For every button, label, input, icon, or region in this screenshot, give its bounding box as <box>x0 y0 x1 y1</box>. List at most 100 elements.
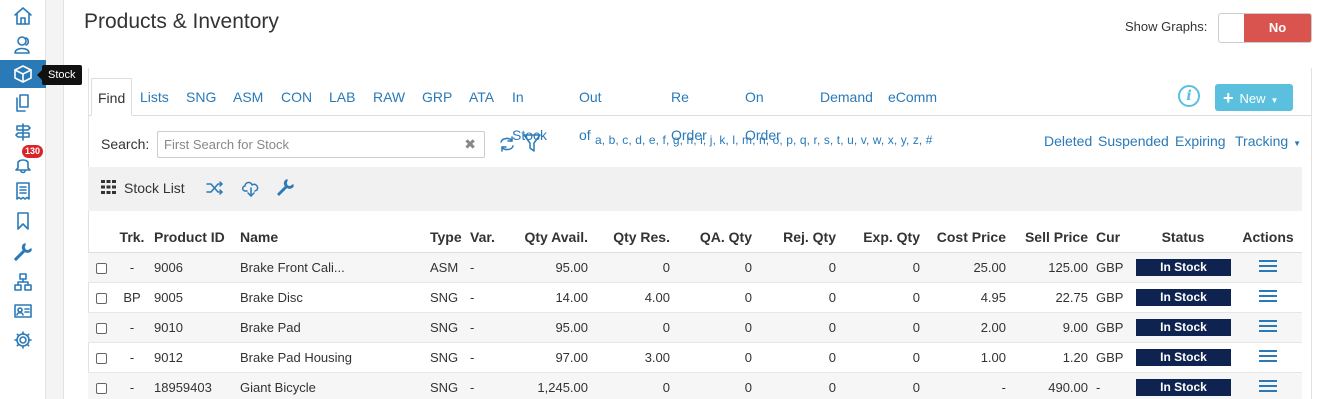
tab-ecomm[interactable]: eComm <box>888 78 937 116</box>
column-header: Actions <box>1234 222 1302 253</box>
name-cell[interactable]: Brake Pad <box>236 312 426 343</box>
sitemap-icon[interactable] <box>0 268 46 296</box>
new-button[interactable]: + New ▼ <box>1215 84 1293 111</box>
receipt-icon[interactable] <box>0 177 46 205</box>
hamburger-menu-icon[interactable] <box>1259 287 1277 305</box>
cost-price-cell: 2.00 <box>924 312 1010 343</box>
bookmark-icon[interactable] <box>0 207 46 235</box>
users-icon[interactable] <box>0 31 46 59</box>
name-cell[interactable]: Giant Bicycle <box>236 372 426 399</box>
show-graphs-label: Show Graphs: <box>1125 19 1208 34</box>
column-header[interactable]: Exp. Qty <box>840 222 924 253</box>
table-row[interactable]: BP 9005 Brake Disc SNG - 14.00 4.00 0 0 … <box>88 282 1302 313</box>
column-header[interactable]: Rej. Qty <box>756 222 840 253</box>
suspended-link[interactable]: Suspended <box>1098 133 1169 149</box>
column-header[interactable]: Name <box>236 222 426 253</box>
qty-res-cell: 4.00 <box>592 282 674 313</box>
currency-cell: GBP <box>1092 252 1132 283</box>
hamburger-menu-icon[interactable] <box>1259 347 1277 365</box>
tab-in-stock[interactable]: In Stock <box>512 78 547 143</box>
name-cell[interactable]: Brake Pad Housing <box>236 342 426 373</box>
row-checkbox[interactable] <box>95 322 107 334</box>
row-checkbox[interactable] <box>95 352 107 364</box>
documents-icon[interactable] <box>0 89 46 117</box>
qa-qty-cell: 0 <box>674 372 756 399</box>
clear-icon[interactable]: ✖ <box>464 136 476 153</box>
tab-on-order[interactable]: On Order <box>745 78 781 143</box>
row-checkbox[interactable] <box>95 292 107 304</box>
tab-find[interactable]: Find <box>91 78 133 116</box>
currency-cell: GBP <box>1092 312 1132 343</box>
product-id-cell: 18959403 <box>150 372 236 399</box>
column-header[interactable]: Var. <box>466 222 506 253</box>
column-header[interactable]: QA. Qty <box>674 222 756 253</box>
deleted-link[interactable]: Deleted <box>1044 133 1092 149</box>
name-cell[interactable]: Brake Front Cali... <box>236 252 426 283</box>
exp-qty-cell: 0 <box>840 282 924 313</box>
cloud-download-icon[interactable] <box>241 179 261 202</box>
currency-cell: GBP <box>1092 342 1132 373</box>
home-icon[interactable] <box>0 2 46 30</box>
tab-con[interactable]: CON <box>281 78 312 116</box>
wrench-icon[interactable] <box>0 238 46 266</box>
tracking-dropdown[interactable]: Tracking ▼ <box>1235 133 1301 149</box>
status-badge: In Stock <box>1136 288 1231 306</box>
table-row[interactable]: - 18959403 Giant Bicycle SNG - 1,245.00 … <box>88 372 1302 399</box>
column-header[interactable]: Type <box>426 222 466 253</box>
tab-raw[interactable]: RAW <box>373 78 405 116</box>
tab-lab[interactable]: LAB <box>329 78 355 116</box>
column-header[interactable]: Cur <box>1092 222 1132 253</box>
alphabet-filter[interactable]: a, b, c, d, e, f, g, h, i, j, k, l, m, n… <box>595 133 933 147</box>
tab-ata[interactable]: ATA <box>469 78 494 116</box>
column-header[interactable]: Product ID <box>150 222 236 253</box>
tab-lists[interactable]: Lists <box>140 78 169 116</box>
chevron-down-icon: ▼ <box>1293 139 1302 148</box>
tab-grp[interactable]: GRP <box>422 78 452 116</box>
show-graphs-value: No <box>1244 14 1311 42</box>
column-header[interactable]: Cost Price <box>924 222 1010 253</box>
type-cell: SNG <box>426 282 466 313</box>
qty-avail-cell: 97.00 <box>506 342 592 373</box>
search-input[interactable] <box>158 132 458 157</box>
expiring-link[interactable]: Expiring <box>1175 133 1226 149</box>
sidebar-gutter <box>46 0 64 399</box>
id-card-icon[interactable] <box>0 297 46 325</box>
name-cell[interactable]: Brake Disc <box>236 282 426 313</box>
stock-table: Trk. Product ID Name Type Var. Qty Avail… <box>88 222 1302 399</box>
qa-qty-cell: 0 <box>674 282 756 313</box>
column-header[interactable]: Trk. <box>114 222 150 253</box>
gear-icon[interactable] <box>0 326 46 354</box>
signpost-icon[interactable] <box>0 118 46 146</box>
tab-demand[interactable]: Demand <box>820 78 873 116</box>
table-row[interactable]: - 9010 Brake Pad SNG - 95.00 0 0 0 0 2.0… <box>88 312 1302 343</box>
column-header[interactable]: Sell Price <box>1010 222 1092 253</box>
tab-sng[interactable]: SNG <box>186 78 216 116</box>
hamburger-menu-icon[interactable] <box>1259 317 1277 335</box>
filter-icon[interactable] <box>522 133 542 158</box>
tab-out-of-stock[interactable]: Out of Stock <box>579 78 614 181</box>
column-header[interactable]: Status <box>1132 222 1234 253</box>
refresh-icon[interactable] <box>498 135 516 158</box>
status-badge: In Stock <box>1136 258 1231 276</box>
show-graphs-toggle[interactable]: No <box>1218 13 1312 43</box>
column-header[interactable]: Qty Avail. <box>506 222 592 253</box>
table-row[interactable]: - 9012 Brake Pad Housing SNG - 97.00 3.0… <box>88 342 1302 373</box>
status-cell: In Stock <box>1132 312 1234 343</box>
row-checkbox[interactable] <box>95 382 107 394</box>
info-icon[interactable]: i <box>1178 85 1200 107</box>
shuffle-icon[interactable] <box>205 179 225 202</box>
qty-res-cell: 3.00 <box>592 342 674 373</box>
hamburger-menu-icon[interactable] <box>1259 257 1277 275</box>
tab-re-order[interactable]: Re Order <box>671 78 707 143</box>
rej-qty-cell: 0 <box>756 342 840 373</box>
table-row[interactable]: - 9006 Brake Front Cali... ASM - 95.00 0… <box>88 252 1302 283</box>
column-header[interactable]: Qty Res. <box>592 222 674 253</box>
row-checkbox[interactable] <box>95 262 107 274</box>
status-cell: In Stock <box>1132 252 1234 283</box>
wrench-icon[interactable] <box>276 179 294 202</box>
rej-qty-cell: 0 <box>756 372 840 399</box>
exp-qty-cell: 0 <box>840 342 924 373</box>
tab-asm[interactable]: ASM <box>233 78 263 116</box>
qa-qty-cell: 0 <box>674 342 756 373</box>
hamburger-menu-icon[interactable] <box>1259 377 1277 395</box>
